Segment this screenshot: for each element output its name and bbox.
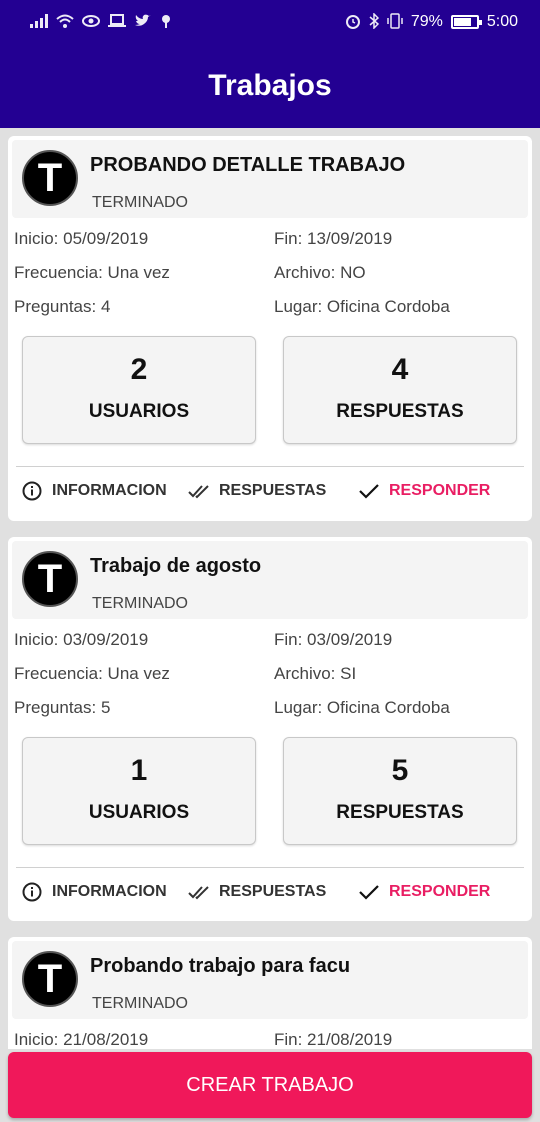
alarm-icon [345, 13, 361, 32]
battery-percent: 79% [410, 13, 443, 30]
location-icon [160, 14, 172, 31]
respuestas-button[interactable]: RESPUESTAS [188, 480, 326, 502]
users-stat-box[interactable]: 1 USUARIOS [22, 737, 256, 845]
app-bar: Trabajos [0, 44, 540, 128]
job-title: PROBANDO DETALLE TRABAJO [90, 154, 406, 176]
responder-button[interactable]: RESPONDER [358, 480, 490, 502]
answers-label: RESPUESTAS [336, 802, 464, 823]
job-end-date: Fin: 21/08/2019 [274, 1030, 393, 1049]
answers-count: 4 [391, 353, 409, 386]
informacion-button[interactable]: INFORMACION [21, 480, 167, 502]
battery-level [453, 18, 471, 26]
status-bar-right: 79% 5:00 [345, 11, 518, 32]
responder-label: RESPONDER [389, 482, 491, 499]
users-count: 2 [130, 353, 148, 386]
job-location: Lugar: Oficina Cordoba [274, 297, 450, 316]
job-start-date: Inicio: 21/08/2019 [14, 1030, 149, 1049]
job-location: Lugar: Oficina Cordoba [274, 698, 450, 717]
job-card-header[interactable]: T PROBANDO DETALLE TRABAJO TERMINADO [12, 140, 528, 218]
job-start-date: Inicio: 05/09/2019 [14, 229, 149, 248]
eye-icon [82, 14, 100, 31]
job-file: Archivo: NO [274, 263, 366, 282]
job-frequency: Frecuencia: Una vez [14, 664, 170, 683]
answers-stat-box[interactable]: 4 RESPUESTAS [283, 336, 517, 444]
job-questions: Preguntas: 4 [14, 297, 111, 316]
job-title: Trabajo de agosto [90, 555, 262, 577]
job-frequency: Frecuencia: Una vez [14, 263, 170, 282]
create-job-button[interactable]: CREAR TRABAJO [8, 1052, 532, 1118]
job-end-date: Fin: 03/09/2019 [274, 630, 393, 649]
signal-icon [30, 13, 48, 31]
job-file: Archivo: SI [274, 664, 357, 683]
card-divider [16, 466, 524, 467]
info-icon [21, 480, 43, 502]
respuestas-label: RESPUESTAS [219, 482, 327, 499]
job-card-header[interactable]: T Probando trabajo para facu TERMINADO [12, 941, 528, 1019]
job-start-date: Inicio: 03/09/2019 [14, 630, 149, 649]
job-avatar: T [22, 551, 78, 607]
double-check-icon [188, 480, 210, 502]
check-icon [358, 881, 380, 903]
bluetooth-icon [369, 11, 379, 32]
responder-button[interactable]: RESPONDER [358, 881, 490, 903]
page-title: Trabajos [208, 69, 332, 102]
answers-stat-box[interactable]: 5 RESPUESTAS [283, 737, 517, 845]
wifi-icon [56, 14, 74, 31]
job-card[interactable]: T Trabajo de agosto TERMINADO Inicio: 03… [8, 537, 532, 921]
status-bar: 79% 5:00 [0, 0, 540, 44]
job-actions: INFORMACION RESPUESTAS RESPONDER [8, 480, 532, 510]
responder-label: RESPONDER [389, 883, 491, 900]
respuestas-button[interactable]: RESPUESTAS [188, 881, 326, 903]
job-actions: INFORMACION RESPUESTAS RESPONDER [8, 881, 532, 911]
twitter-icon [134, 14, 152, 31]
job-card[interactable]: T PROBANDO DETALLE TRABAJO TERMINADO Ini… [8, 136, 532, 521]
users-stat-box[interactable]: 2 USUARIOS [22, 336, 256, 444]
battery-icon [450, 15, 482, 29]
answers-count: 5 [391, 754, 409, 787]
jobs-list[interactable]: T PROBANDO DETALLE TRABAJO TERMINADO Ini… [0, 128, 540, 1049]
status-time: 5:00 [486, 13, 518, 30]
informacion-label: INFORMACION [52, 883, 167, 900]
check-icon [358, 480, 380, 502]
users-label: USUARIOS [88, 802, 190, 823]
card-divider [16, 867, 524, 868]
job-status: TERMINADO [92, 194, 188, 211]
double-check-icon [188, 881, 210, 903]
status-bar-left [30, 13, 172, 31]
job-end-date: Fin: 13/09/2019 [274, 229, 393, 248]
laptop-icon [108, 13, 126, 31]
job-questions: Preguntas: 5 [14, 698, 111, 717]
info-icon [21, 881, 43, 903]
job-card-header[interactable]: T Trabajo de agosto TERMINADO [12, 541, 528, 619]
job-card[interactable]: T Probando trabajo para facu TERMINADO I… [8, 937, 532, 1049]
users-label: USUARIOS [88, 401, 190, 422]
job-status: TERMINADO [92, 995, 188, 1012]
bottom-action-area: CREAR TRABAJO [0, 1049, 540, 1122]
respuestas-label: RESPUESTAS [219, 883, 327, 900]
job-title: Probando trabajo para facu [90, 955, 351, 977]
answers-label: RESPUESTAS [336, 401, 464, 422]
job-status: TERMINADO [92, 595, 188, 612]
job-avatar: T [22, 150, 78, 206]
informacion-label: INFORMACION [52, 482, 167, 499]
vibrate-icon [387, 12, 403, 32]
users-count: 1 [130, 754, 148, 787]
job-avatar: T [22, 951, 78, 1007]
informacion-button[interactable]: INFORMACION [21, 881, 167, 903]
